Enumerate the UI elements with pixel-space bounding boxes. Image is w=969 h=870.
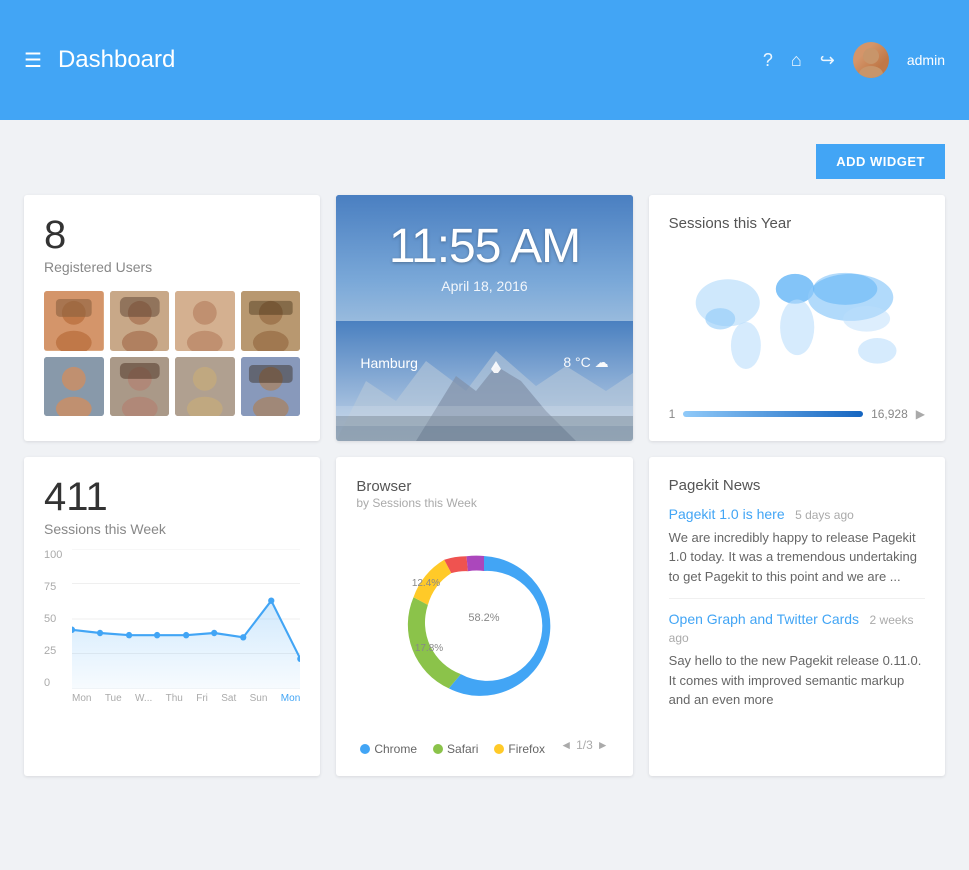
news-link-2[interactable]: Open Graph and Twitter Cards <box>669 611 859 627</box>
help-icon[interactable]: ? <box>763 50 773 71</box>
add-widget-row: ADD WIDGET <box>24 144 945 179</box>
map-max: 16,928 <box>871 407 908 421</box>
legend-firefox: Firefox <box>494 742 545 756</box>
avatar-grid <box>44 291 300 416</box>
line-chart-svg <box>72 549 300 689</box>
donut-svg: 58.2% 17.8% 12.4% <box>384 526 584 726</box>
clock-city: Hamburg <box>360 355 418 371</box>
pagination-next[interactable]: ► <box>597 738 609 752</box>
menu-icon[interactable]: ☰ <box>24 48 42 73</box>
user-avatar-4[interactable] <box>241 291 301 351</box>
svg-text:12.4%: 12.4% <box>412 578 440 589</box>
sessions-year-title: Sessions this Year <box>669 215 925 232</box>
registered-users-widget: 8 Registered Users <box>24 195 320 441</box>
browser-subtitle: by Sessions this Week <box>356 496 612 510</box>
user-avatar-3[interactable] <box>175 291 235 351</box>
donut-legend: Chrome Safari Firefox <box>360 742 545 756</box>
pagination-prev[interactable]: ◄ <box>560 738 572 752</box>
widget-grid: 8 Registered Users <box>24 195 945 776</box>
map-gradient-bar <box>683 411 863 417</box>
sessions-week-count: 411 <box>44 477 300 517</box>
add-widget-button[interactable]: ADD WIDGET <box>816 144 945 179</box>
donut-chart: 58.2% 17.8% 12.4% <box>356 526 612 726</box>
chart-inner <box>72 549 300 689</box>
map-min: 1 <box>669 407 676 421</box>
users-label: Registered Users <box>44 259 300 275</box>
main-content: ADD WIDGET 8 Registered Users <box>0 120 969 800</box>
user-avatar-2[interactable] <box>110 291 170 351</box>
pagination-info[interactable]: ◄ 1/3 ► <box>560 738 608 752</box>
chart-y-labels: 100 75 50 25 0 <box>44 549 72 689</box>
header: ☰ Dashboard ? ⌂ ↪ admin <box>0 0 969 120</box>
world-map <box>669 244 925 399</box>
chrome-dot <box>360 744 370 754</box>
svg-text:17.8%: 17.8% <box>415 643 443 654</box>
clock-widget: 11:55 AM April 18, 2016 Hamburg 8 °C ☁ <box>336 195 632 441</box>
clock-time: 11:55 AM <box>356 219 612 274</box>
browser-widget: Browser by Sessions this Week <box>336 457 632 777</box>
news-item-1: Pagekit 1.0 is here 5 days ago We are in… <box>669 506 925 600</box>
admin-label: admin <box>907 52 945 68</box>
news-title: Pagekit News <box>669 477 925 494</box>
news-item-1-header: Pagekit 1.0 is here 5 days ago <box>669 506 925 524</box>
page-title: Dashboard <box>58 46 763 74</box>
map-next-arrow[interactable]: ▶ <box>916 407 925 421</box>
sessions-week-label: Sessions this Week <box>44 521 300 537</box>
legend-chrome: Chrome <box>360 742 417 756</box>
news-item-2: Open Graph and Twitter Cards 2 weeks ago… <box>669 611 925 722</box>
browser-title: Browser <box>356 477 612 497</box>
avatar[interactable] <box>853 42 889 78</box>
news-text-2: Say hello to the new Pagekit release 0.1… <box>669 651 925 710</box>
clock-weather: Hamburg 8 °C ☁ <box>356 354 612 371</box>
users-count: 8 <box>44 215 300 255</box>
news-time-1: 5 days ago <box>795 508 854 522</box>
news-text-1: We are incredibly happy to release Pagek… <box>669 528 925 587</box>
safari-dot <box>433 744 443 754</box>
sessions-year-widget: Sessions this Year <box>649 195 945 441</box>
home-icon[interactable]: ⌂ <box>791 50 802 71</box>
logout-icon[interactable]: ↪ <box>820 50 835 71</box>
sessions-chart: 100 75 50 25 0 <box>44 549 300 709</box>
svg-text:58.2%: 58.2% <box>469 612 500 624</box>
user-avatar-7[interactable] <box>175 357 235 417</box>
pagekit-news-widget: Pagekit News Pagekit 1.0 is here 5 days … <box>649 457 945 777</box>
firefox-dot <box>494 744 504 754</box>
chart-x-labels: Mon Tue W... Thu Fri Sat Sun Mon <box>72 689 300 709</box>
clock-date: April 18, 2016 <box>356 278 612 294</box>
user-avatar-8[interactable] <box>241 357 301 417</box>
user-avatar-1[interactable] <box>44 291 104 351</box>
donut-legend-row: Chrome Safari Firefox ◄ 1/3 ► <box>356 734 612 756</box>
clock-content: 11:55 AM April 18, 2016 Hamburg 8 °C ☁ <box>336 195 632 387</box>
header-actions: ? ⌂ ↪ admin <box>763 42 945 78</box>
user-avatar-5[interactable] <box>44 357 104 417</box>
sessions-week-widget: 411 Sessions this Week 100 75 50 25 0 <box>24 457 320 777</box>
news-item-2-header: Open Graph and Twitter Cards 2 weeks ago <box>669 611 925 647</box>
news-link-1[interactable]: Pagekit 1.0 is here <box>669 506 785 522</box>
clock-temp: 8 °C ☁ <box>563 354 608 371</box>
avatar-image <box>853 42 889 78</box>
map-svg <box>669 244 925 394</box>
map-legend: 1 16,928 ▶ <box>669 407 925 421</box>
legend-safari: Safari <box>433 742 478 756</box>
user-avatar-6[interactable] <box>110 357 170 417</box>
